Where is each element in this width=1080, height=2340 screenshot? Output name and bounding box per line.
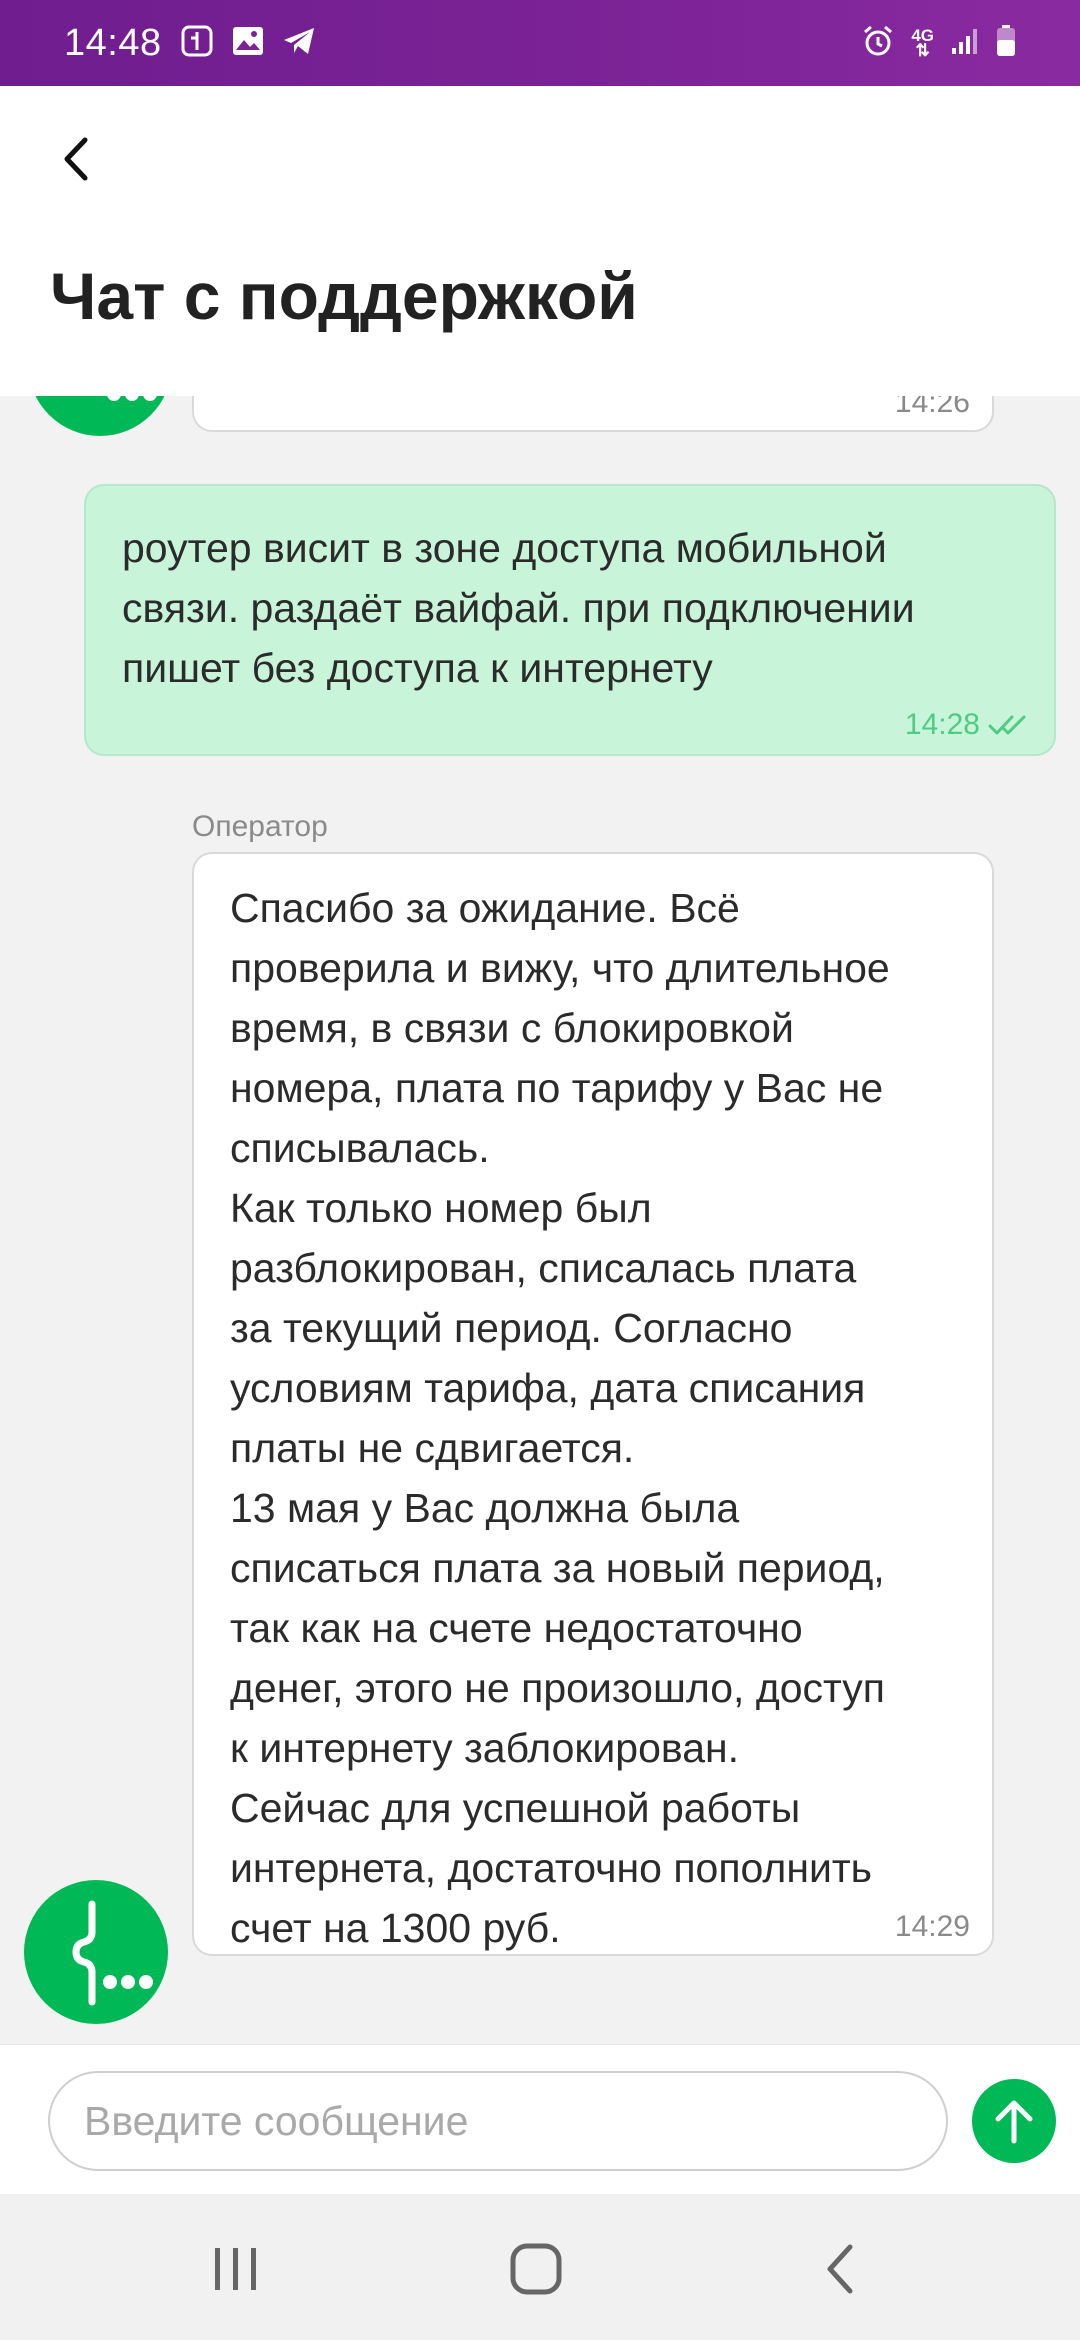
message-line: условиям тарифа, дата списания bbox=[230, 1365, 866, 1411]
message-line: так как на счете недостаточно bbox=[230, 1605, 803, 1651]
message-line: номера, плата по тарифу у Вас не bbox=[230, 1065, 884, 1111]
chevron-left-icon bbox=[64, 137, 88, 181]
message-text: роутер висит в зоне доступа мобильной св… bbox=[122, 518, 915, 698]
recent-apps-button[interactable] bbox=[196, 2234, 276, 2304]
message-line: Спасибо за ожидание. Всё bbox=[230, 885, 740, 931]
message-line: пишет без доступа к интернету bbox=[122, 645, 713, 691]
nav-back-button[interactable] bbox=[800, 2234, 880, 2304]
status-bar: 14:48 4G ⇅ bbox=[0, 0, 1080, 86]
message-line: время, в связи с блокировкой bbox=[230, 1005, 794, 1051]
message-line: за текущий период. Согласно bbox=[230, 1305, 793, 1351]
input-bar bbox=[0, 2044, 1080, 2194]
message-line: счет на 1300 руб. bbox=[230, 1905, 561, 1951]
send-button[interactable] bbox=[972, 2079, 1056, 2163]
message-line: проверила и вижу, что длительное bbox=[230, 945, 890, 991]
operator-logo-icon bbox=[72, 1900, 153, 2006]
message-bubble-incoming: Спасибо за ожидание. Всё проверила и виж… bbox=[192, 852, 994, 1956]
back-icon bbox=[827, 2244, 853, 2294]
header: Чат с поддержкой bbox=[0, 86, 1080, 396]
image-icon bbox=[232, 26, 264, 61]
battery-icon bbox=[996, 24, 1016, 62]
message-bubble-incoming: 14:26 bbox=[192, 396, 994, 432]
operator-avatar bbox=[24, 1880, 168, 2024]
chat-area[interactable]: 14:26 роутер висит в зоне доступа мобиль… bbox=[0, 396, 1080, 2044]
message-time: 14:29 bbox=[894, 1910, 970, 1943]
message-time: 14:28 bbox=[904, 708, 980, 741]
signal-icon bbox=[950, 26, 980, 61]
arrow-up-icon bbox=[995, 2100, 1033, 2144]
message-line: разблокирован, списалась плата bbox=[230, 1245, 857, 1291]
message-line: к интернету заблокирован. bbox=[230, 1725, 740, 1771]
message-line: интернета, достаточно пополнить bbox=[230, 1845, 873, 1891]
system-icons: 4G ⇅ bbox=[861, 24, 1016, 63]
message-bubble-outgoing: роутер висит в зоне доступа мобильной св… bbox=[84, 484, 1056, 756]
message-line: Сейчас для успешной работы bbox=[230, 1785, 801, 1831]
message-time: 14:26 bbox=[894, 396, 970, 419]
message-line: роутер висит в зоне доступа мобильной bbox=[122, 525, 887, 571]
message-line: Как только номер был bbox=[230, 1185, 652, 1231]
message-line: списывалась. bbox=[230, 1125, 490, 1171]
message-input[interactable] bbox=[48, 2071, 948, 2171]
message-line: списаться плата за новый период, bbox=[230, 1545, 885, 1591]
recent-apps-icon bbox=[215, 2248, 256, 2290]
message-line: денег, этого не произошло, доступ bbox=[230, 1665, 885, 1711]
back-button[interactable] bbox=[40, 124, 110, 194]
message-meta: 14:28 bbox=[905, 708, 1030, 742]
double-check-icon bbox=[988, 715, 1026, 735]
telegram-icon bbox=[282, 26, 316, 61]
operator-logo-icon bbox=[107, 396, 157, 401]
sender-name: Оператор bbox=[192, 810, 328, 843]
wallet-icon bbox=[180, 24, 214, 63]
network-type: 4G ⇅ bbox=[911, 26, 934, 60]
message-line: 13 мая у Вас должна была bbox=[230, 1485, 740, 1531]
home-button[interactable] bbox=[496, 2234, 576, 2304]
status-time: 14:48 bbox=[64, 21, 162, 64]
message-line: связи. раздаёт вайфай. при подключении bbox=[122, 585, 915, 631]
home-icon bbox=[510, 2243, 562, 2295]
message-line: платы не сдвигается. bbox=[230, 1425, 635, 1471]
alarm-icon bbox=[861, 24, 895, 63]
page-title: Чат с поддержкой bbox=[50, 259, 638, 333]
notification-icons bbox=[180, 24, 316, 63]
operator-avatar bbox=[28, 396, 172, 436]
system-nav-bar bbox=[0, 2194, 1080, 2340]
message-text: Спасибо за ожидание. Всё проверила и виж… bbox=[230, 878, 890, 1958]
